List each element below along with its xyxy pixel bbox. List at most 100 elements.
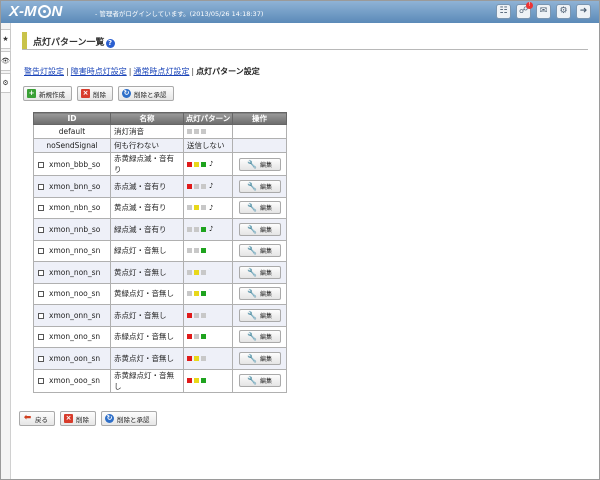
- breadcrumb-fault-lighting-settings[interactable]: 障害時点灯設定: [71, 67, 127, 76]
- top-header: X-M N - 管理者がログインしています。(2013/05/26 14:18:3…: [1, 1, 599, 23]
- edit-button[interactable]: 🔧 編集: [238, 374, 281, 387]
- light-indicator: [194, 269, 199, 275]
- cell-name: 黄点滅・音有り: [110, 196, 184, 219]
- cell-id: xmon_nno_sn: [33, 239, 111, 262]
- cell-id: xmon_non_sn: [33, 261, 111, 284]
- light-indicator: [201, 312, 206, 318]
- edit-label: 編集: [259, 269, 272, 277]
- light-indicator: [187, 334, 192, 340]
- light-indicator: [187, 161, 192, 167]
- row-checkbox[interactable]: [38, 226, 44, 233]
- delete-icon: ×: [64, 414, 73, 423]
- row-checkbox[interactable]: [38, 248, 44, 255]
- light-indicator: [194, 183, 199, 189]
- edit-label: 編集: [259, 334, 272, 342]
- cell-pattern: [183, 325, 233, 348]
- edit-button[interactable]: 🔧 編集: [238, 308, 281, 322]
- table-row: xmon_nno_sn 緑点灯・音無し 🔧 編集: [33, 239, 287, 262]
- row-checkbox[interactable]: [38, 291, 44, 298]
- database-icon[interactable]: ☷: [496, 4, 511, 19]
- light-indicator: [194, 129, 199, 134]
- row-id: xmon_nbn_so: [49, 203, 101, 213]
- row-id: xmon_nnb_so: [49, 224, 101, 234]
- edit-button[interactable]: 🔧 編集: [238, 265, 281, 279]
- row-checkbox[interactable]: [38, 312, 44, 319]
- wrench-icon: 🔧: [247, 376, 257, 385]
- delete-commit-button[interactable]: ↻ 削除と承認: [118, 86, 174, 101]
- back-button[interactable]: ⬅ 戻る: [19, 411, 55, 426]
- breadcrumb-alarm-light-settings[interactable]: 警告灯設定: [24, 67, 64, 76]
- settings-tab-icon[interactable]: ⚙: [1, 73, 11, 93]
- commit-icon: ↻: [105, 414, 114, 423]
- cell-actions: 🔧 編集: [232, 347, 287, 370]
- bottom-delete-button[interactable]: × 削除: [60, 411, 96, 426]
- table-row: xmon_noo_sn 黄緑点灯・音無し 🔧 編集: [33, 282, 287, 305]
- light-indicator: [201, 291, 206, 297]
- light-indicator: [187, 312, 192, 318]
- light-indicator: [194, 226, 199, 232]
- edit-button[interactable]: 🔧 編集: [238, 222, 281, 236]
- edit-button[interactable]: 🔧 編集: [238, 351, 281, 365]
- row-checkbox[interactable]: [38, 355, 44, 362]
- help-icon[interactable]: ?: [105, 39, 115, 48]
- header-name: 名称: [110, 112, 184, 125]
- row-id: xmon_oon_sn: [49, 353, 101, 363]
- notification-badge: !: [526, 2, 533, 9]
- bottom-delete-commit-button[interactable]: ↻ 削除と承認: [101, 411, 157, 426]
- wrench-icon: 🔧: [247, 267, 257, 277]
- wrench-icon: 🔧: [247, 310, 257, 320]
- row-checkbox[interactable]: [38, 378, 44, 384]
- edit-button[interactable]: 🔧 編集: [238, 157, 281, 171]
- edit-button[interactable]: 🔧 編集: [238, 201, 281, 215]
- cell-id: xmon_onn_sn: [33, 304, 111, 327]
- cell-id: xmon_noo_sn: [33, 282, 111, 305]
- row-checkbox[interactable]: [38, 205, 44, 212]
- table-row: xmon_nnb_so 緑点滅・音有り ♪ 🔧 編集: [33, 218, 287, 241]
- cell-pattern: [183, 347, 233, 370]
- message-icon[interactable]: ✉: [536, 4, 551, 19]
- light-indicator: [187, 226, 192, 232]
- row-checkbox[interactable]: [38, 161, 44, 168]
- logout-icon[interactable]: ➜: [576, 4, 591, 19]
- breadcrumb: 警告灯設定 | 障害時点灯設定 | 通常時点灯設定 | 点灯パターン設定: [24, 67, 260, 76]
- xmon-logo[interactable]: X-M N: [9, 3, 62, 20]
- light-indicator: [201, 226, 206, 232]
- light-indicator: [201, 334, 206, 340]
- row-id: xmon_bbb_so: [49, 159, 101, 169]
- cell-id: xmon_ono_sn: [33, 325, 111, 348]
- edit-button[interactable]: 🔧 編集: [238, 244, 281, 258]
- notification-icon[interactable]: ☍!: [516, 2, 533, 19]
- breadcrumb-current: 点灯パターン設定: [196, 67, 260, 76]
- cell-actions: 🔧 編集: [232, 152, 287, 176]
- cell-id: xmon_nnb_so: [33, 218, 111, 241]
- pattern-text: 送信しない: [187, 141, 225, 150]
- light-indicator: [187, 183, 192, 189]
- title-accent: [22, 32, 27, 49]
- edit-button[interactable]: 🔧 編集: [238, 330, 281, 344]
- header-actions: 操作: [232, 112, 287, 125]
- cell-name: 赤黄緑点滅・音有り: [110, 152, 184, 176]
- header-pattern: 点灯パターン: [183, 112, 233, 125]
- edit-button[interactable]: 🔧 編集: [238, 287, 281, 301]
- edit-label: 編集: [259, 161, 272, 169]
- row-checkbox[interactable]: [38, 269, 44, 276]
- cell-actions: 🔧 編集: [232, 368, 287, 393]
- light-indicator: [201, 205, 206, 211]
- new-button[interactable]: + 新規作成: [23, 86, 72, 101]
- settings-icon[interactable]: ⚙: [556, 4, 571, 19]
- edit-button[interactable]: 🔧 編集: [238, 179, 281, 193]
- row-checkbox[interactable]: [38, 334, 44, 341]
- cell-pattern: [183, 261, 233, 284]
- table-row: xmon_bnn_so 赤点滅・音有り ♪ 🔧 編集: [33, 175, 287, 198]
- cell-actions: 🔧 編集: [232, 175, 287, 198]
- favorites-tab-icon[interactable]: ★: [1, 29, 11, 49]
- light-indicator: [194, 291, 199, 297]
- page-title: 点灯パターン一覧?: [33, 35, 115, 48]
- delete-button[interactable]: × 削除: [77, 86, 113, 101]
- commit-icon: ↻: [122, 89, 131, 98]
- row-checkbox[interactable]: [38, 183, 44, 190]
- sound-icon: ♪: [209, 182, 214, 191]
- cell-actions: 🔧 編集: [232, 261, 287, 284]
- breadcrumb-normal-lighting-settings[interactable]: 通常時点灯設定: [133, 67, 189, 76]
- view-tab-icon[interactable]: 👁: [1, 51, 11, 71]
